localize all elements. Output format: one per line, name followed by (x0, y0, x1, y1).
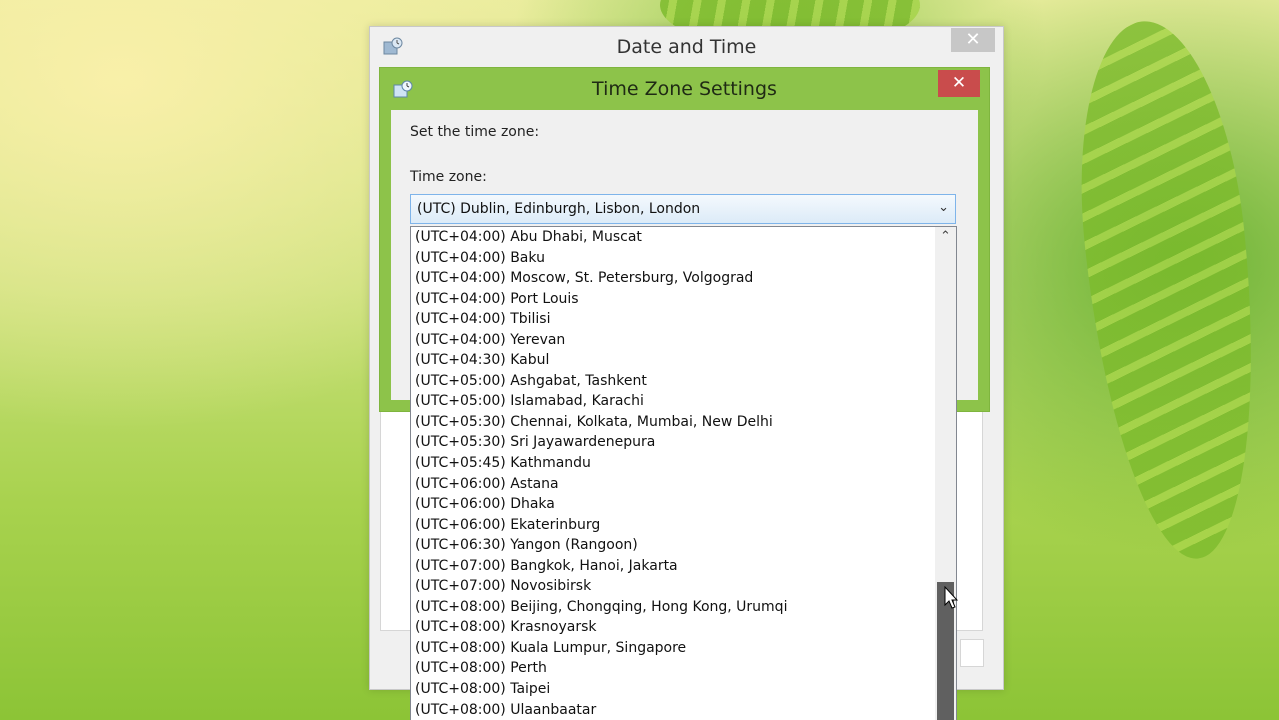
time-zone-option[interactable]: (UTC+05:00) Islamabad, Karachi (411, 391, 956, 412)
time-zone-option[interactable]: (UTC+05:30) Sri Jayawardenepura (411, 432, 956, 453)
chevron-down-icon[interactable]: ⌄ (938, 200, 949, 215)
time-zone-option[interactable]: (UTC+08:00) Krasnoyarsk (411, 617, 956, 638)
time-zone-title: Time Zone Settings (592, 78, 777, 100)
time-zone-option[interactable]: (UTC+06:00) Dhaka (411, 494, 956, 515)
time-zone-close-button[interactable]: ✕ (938, 70, 980, 97)
time-zone-option[interactable]: (UTC+05:30) Chennai, Kolkata, Mumbai, Ne… (411, 412, 956, 433)
mouse-pointer-icon (944, 586, 958, 609)
time-zone-option[interactable]: (UTC+08:00) Beijing, Chongqing, Hong Kon… (411, 597, 956, 618)
time-zone-selected-value: (UTC) Dublin, Edinburgh, Lisbon, London (417, 201, 701, 217)
time-zone-option[interactable]: (UTC+07:00) Novosibirsk (411, 576, 956, 597)
time-zone-label: Time zone: (410, 169, 487, 185)
time-zone-option[interactable]: (UTC+04:00) Port Louis (411, 289, 956, 310)
time-zone-option[interactable]: (UTC+08:00) Taipei (411, 679, 956, 700)
dropdown-scrollbar[interactable]: ⌃ (935, 227, 956, 720)
time-zone-dropdown-list[interactable]: (UTC+04:00) Abu Dhabi, Muscat (UTC+04:00)… (410, 226, 957, 720)
time-zone-option[interactable]: (UTC+04:00) Abu Dhabi, Muscat (411, 227, 956, 248)
time-zone-option[interactable]: (UTC+04:00) Tbilisi (411, 309, 956, 330)
time-zone-option[interactable]: (UTC+08:00) Ulaanbaatar (411, 700, 956, 720)
time-zone-option[interactable]: (UTC+08:00) Perth (411, 658, 956, 679)
chevron-up-icon[interactable]: ⌃ (935, 229, 956, 244)
set-time-zone-label: Set the time zone: (410, 124, 540, 140)
time-zone-option[interactable]: (UTC+06:30) Yangon (Rangoon) (411, 535, 956, 556)
date-time-title: Date and Time (616, 36, 757, 58)
date-time-close-button[interactable]: ✕ (951, 28, 995, 52)
time-zone-select[interactable]: (UTC) Dublin, Edinburgh, Lisbon, London … (410, 194, 956, 224)
time-zone-option[interactable]: (UTC+04:00) Yerevan (411, 330, 956, 351)
background-leaf-right (1062, 13, 1278, 567)
time-zone-option[interactable]: (UTC+07:00) Bangkok, Hanoi, Jakarta (411, 556, 956, 577)
time-zone-option[interactable]: (UTC+04:30) Kabul (411, 350, 956, 371)
time-zone-option[interactable]: (UTC+06:00) Astana (411, 474, 956, 495)
time-zone-option[interactable]: (UTC+08:00) Kuala Lumpur, Singapore (411, 638, 956, 659)
time-zone-titlebar[interactable]: Time Zone Settings ✕ (380, 68, 989, 110)
time-zone-option[interactable]: (UTC+05:45) Kathmandu (411, 453, 956, 474)
time-zone-option[interactable]: (UTC+06:00) Ekaterinburg (411, 515, 956, 536)
date-time-titlebar[interactable]: Date and Time ✕ (370, 27, 1003, 69)
date-time-button-edge[interactable] (960, 639, 984, 667)
time-zone-option[interactable]: (UTC+04:00) Baku (411, 248, 956, 269)
time-zone-option[interactable]: (UTC+05:00) Ashgabat, Tashkent (411, 371, 956, 392)
time-zone-option[interactable]: (UTC+04:00) Moscow, St. Petersburg, Volg… (411, 268, 956, 289)
